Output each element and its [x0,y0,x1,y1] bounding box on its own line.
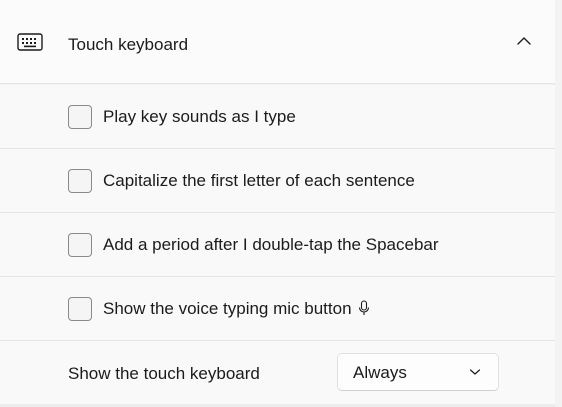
show-touch-keyboard-row: Show the touch keyboard Always [0,341,555,407]
touch-keyboard-section-header[interactable]: Touch keyboard [0,0,555,84]
option-row-capitalize[interactable]: Capitalize the first letter of each sent… [0,149,555,213]
option-row-key-sounds[interactable]: Play key sounds as I type [0,85,555,149]
option-label: Show the voice typing mic button [103,299,352,318]
chevron-up-icon[interactable] [515,34,533,48]
option-label-wrapper: Show the voice typing mic button [103,297,370,321]
option-row-voice-mic[interactable]: Show the voice typing mic button [0,277,555,341]
option-label: Capitalize the first letter of each sent… [103,171,415,190]
show-touch-keyboard-dropdown[interactable]: Always [337,353,499,391]
key-sounds-checkbox[interactable] [68,105,92,129]
period-double-tap-checkbox[interactable] [68,233,92,257]
chevron-down-icon [469,369,481,375]
touch-keyboard-settings-panel: Touch keyboard Play key sounds as I type… [0,0,555,407]
voice-mic-checkbox[interactable] [68,297,92,321]
capitalize-checkbox[interactable] [68,169,92,193]
option-row-period-double-tap[interactable]: Add a period after I double-tap the Spac… [0,213,555,277]
dropdown-selected-value: Always [353,363,407,382]
option-label: Add a period after I double-tap the Spac… [103,235,439,254]
keyboard-icon [17,33,43,51]
microphone-icon [358,300,369,315]
option-label: Play key sounds as I type [103,107,296,126]
section-title: Touch keyboard [68,35,189,54]
show-touch-keyboard-label: Show the touch keyboard [68,364,260,383]
